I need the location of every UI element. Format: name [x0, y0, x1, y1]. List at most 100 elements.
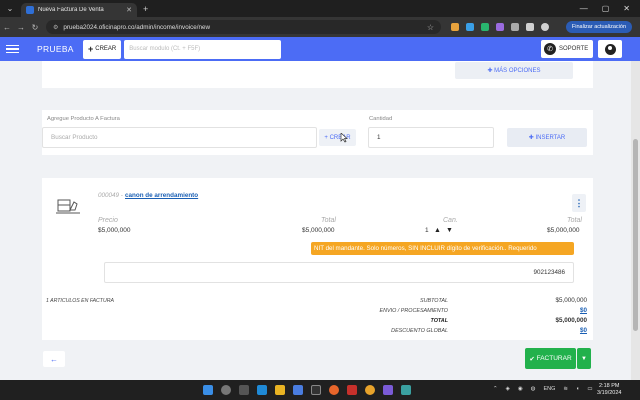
- subtotal-value: $5,000,000: [555, 297, 587, 304]
- browser-tab[interactable]: Nueva Factura De Venta ✕: [21, 3, 137, 17]
- shipping-value-link[interactable]: $0: [500, 307, 587, 314]
- app-icon[interactable]: [383, 385, 393, 395]
- window-close-icon[interactable]: ✕: [623, 4, 630, 13]
- create-button[interactable]: + CREAR: [83, 39, 122, 59]
- check-icon: ✔: [529, 355, 537, 363]
- total2-label: Total: [567, 217, 582, 224]
- increase-quantity-icon[interactable]: ▲: [433, 226, 442, 235]
- arrow-left-icon: ←: [50, 354, 58, 364]
- articles-count: 1 ARTICULOS EN FACTURA: [46, 298, 114, 304]
- wifi-icon[interactable]: ≋: [563, 386, 568, 392]
- extension-icon[interactable]: [511, 23, 519, 31]
- back-icon[interactable]: ←: [0, 23, 14, 32]
- module-search-input[interactable]: Buscar modulo (Ct. + F5F): [124, 39, 282, 59]
- tray-app-icon[interactable]: ◍: [531, 386, 536, 392]
- support-label: SOPORTE: [559, 46, 589, 52]
- chrome-icon[interactable]: [365, 385, 375, 395]
- edge-icon[interactable]: [257, 385, 267, 395]
- decrease-quantity-icon[interactable]: ▼: [445, 226, 454, 235]
- forward-icon[interactable]: →: [14, 23, 28, 32]
- insert-button[interactable]: ✚ INSERTAR: [507, 128, 587, 147]
- add-product-label: Agregue Producto A Factura: [47, 116, 120, 122]
- support-button[interactable]: ✆ SOPORTE: [541, 40, 593, 58]
- scrollbar-thumb[interactable]: [633, 139, 638, 331]
- language-indicator[interactable]: ENG: [543, 386, 555, 392]
- bookmark-star-icon[interactable]: ☆: [427, 23, 434, 32]
- item-quantity-value: 1: [425, 227, 429, 234]
- site-info-icon[interactable]: ⚙: [53, 24, 58, 31]
- quantity-label: Cantidad: [369, 116, 393, 122]
- clock-time: 2:18 PM: [598, 383, 620, 389]
- invoice-button[interactable]: ✔ FACTURAR: [525, 348, 576, 369]
- battery-icon[interactable]: ▭: [587, 386, 592, 392]
- page-scrollbar[interactable]: [631, 61, 640, 381]
- tray-chevron-icon[interactable]: ⌃: [493, 386, 498, 392]
- quantity-col-label: Can.: [443, 217, 458, 224]
- back-button[interactable]: ←: [43, 351, 65, 367]
- extension-icon[interactable]: [496, 23, 504, 31]
- total-label: Total: [321, 217, 336, 224]
- start-icon[interactable]: [203, 385, 213, 395]
- product-search-placeholder: Buscar Producto: [51, 134, 98, 141]
- sidebar-icon[interactable]: [526, 23, 534, 31]
- quantity-input[interactable]: 1: [368, 127, 494, 148]
- mouse-cursor-icon: [340, 133, 348, 143]
- volume-icon[interactable]: ◖: [576, 386, 579, 392]
- invoice-label: FACTURAR: [536, 355, 572, 362]
- total-summary-value: $5,000,000: [555, 317, 587, 324]
- tab-favicon-icon: [26, 6, 34, 14]
- item-options-button[interactable]: ⋮: [572, 194, 586, 212]
- nit-input[interactable]: 902123486: [104, 262, 574, 283]
- app-icon[interactable]: [347, 385, 357, 395]
- plus-icon: ✚: [487, 68, 495, 74]
- insert-label: INSERTAR: [535, 134, 566, 141]
- user-menu-button[interactable]: [598, 40, 622, 58]
- task-view-icon[interactable]: [239, 385, 249, 395]
- product-search-input[interactable]: Buscar Producto: [42, 127, 317, 148]
- discount-value-link[interactable]: $0: [500, 327, 587, 334]
- tab-close-icon[interactable]: ✕: [126, 6, 132, 14]
- more-options-button[interactable]: ✚ MÁS OPCIONES: [455, 62, 573, 79]
- more-options-label: MÁS OPCIONES: [494, 67, 541, 74]
- minimize-icon[interactable]: —: [580, 4, 588, 13]
- update-button[interactable]: Finalizar actualización: [565, 21, 632, 33]
- create-product-button[interactable]: + CREAR: [319, 129, 356, 146]
- menu-icon[interactable]: [6, 44, 19, 54]
- app-icon[interactable]: [311, 385, 321, 395]
- item-name-link[interactable]: canon de arrendamiento: [125, 192, 198, 199]
- firefox-icon[interactable]: [329, 385, 339, 395]
- product-image-icon: [56, 199, 80, 214]
- shipping-label: ENVIO / PROCESAMIENTO: [379, 308, 449, 314]
- price-label: Precio: [98, 217, 118, 224]
- url-text: prueba2024.oficinapro.co/admin/income/in…: [63, 23, 211, 31]
- plus-icon: +: [88, 44, 94, 54]
- extension-icon[interactable]: [451, 23, 459, 31]
- extension-icon[interactable]: [466, 23, 474, 31]
- extension-icon[interactable]: [481, 23, 489, 31]
- reload-icon[interactable]: ↻: [28, 23, 42, 32]
- total2-value: $5,000,000: [547, 227, 580, 234]
- subtotal-label: SUBTOTAL: [420, 298, 448, 304]
- file-explorer-icon[interactable]: [275, 385, 285, 395]
- tab-search-icon[interactable]: ⌄: [3, 2, 17, 16]
- price-value: $5,000,000: [98, 227, 131, 234]
- search-icon[interactable]: [221, 385, 231, 395]
- tab-title: Nueva Factura De Venta: [38, 7, 104, 13]
- maximize-icon[interactable]: ▢: [602, 4, 610, 13]
- address-bar[interactable]: ⚙ prueba2024.oficinapro.co/admin/income/…: [46, 20, 441, 34]
- invoice-dropdown-button[interactable]: ▼: [577, 348, 591, 369]
- item-code: 000049 -: [98, 192, 123, 199]
- new-tab-icon[interactable]: +: [143, 4, 148, 14]
- os-taskbar: ⌃ ◈ ◉ ◍ ENG ≋ ◖ ▭ 2:18 PM 3/19/2024: [0, 380, 640, 400]
- tray-app-icon[interactable]: ◈: [506, 386, 510, 392]
- browser-toolbar: ← → ↻ ⚙ prueba2024.oficinapro.co/admin/i…: [0, 17, 640, 37]
- profile-icon[interactable]: [541, 23, 549, 31]
- invoice-items-card: [42, 178, 593, 340]
- system-clock[interactable]: 2:18 PM 3/19/2024: [597, 383, 621, 397]
- tray-app-icon[interactable]: ◉: [518, 386, 523, 392]
- app-icon[interactable]: [401, 385, 411, 395]
- whatsapp-icon: ✆: [544, 43, 556, 55]
- app-icon[interactable]: [293, 385, 303, 395]
- brand-name: PRUEBA: [37, 44, 74, 54]
- discount-label: DESCUENTO GLOBAL: [391, 328, 448, 334]
